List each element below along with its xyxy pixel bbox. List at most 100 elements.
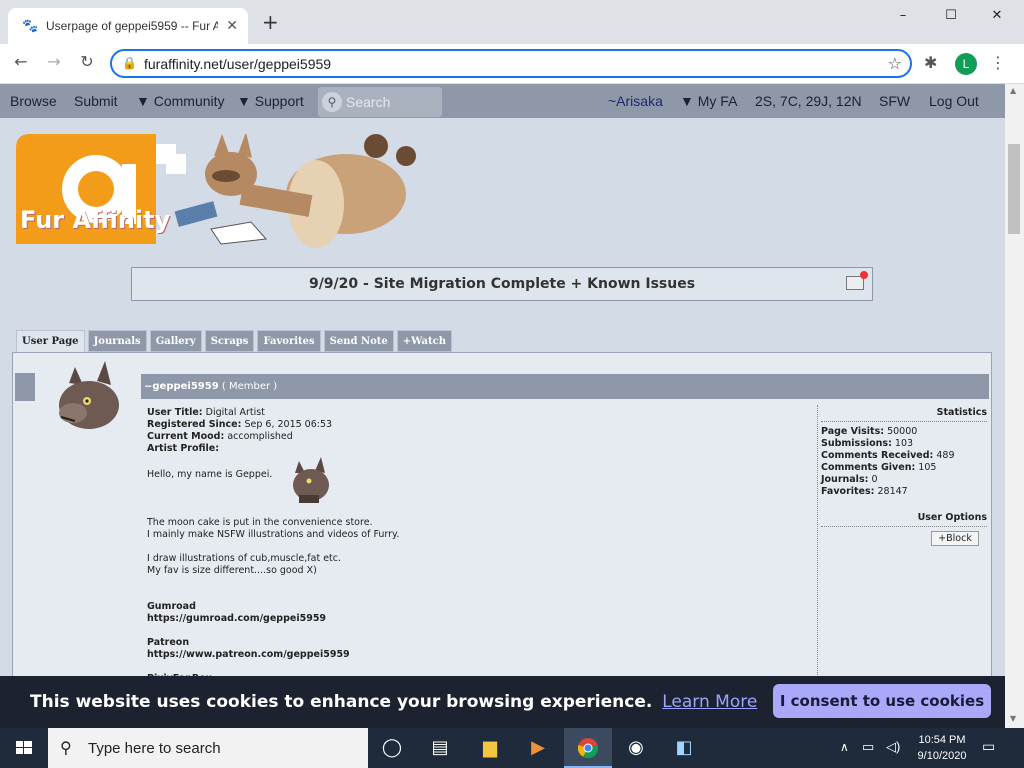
task-view-icon[interactable]: ◯ <box>368 728 416 768</box>
tab-watch[interactable]: +Watch <box>396 330 452 352</box>
nav-submit[interactable]: Submit <box>74 93 118 109</box>
patreon-link[interactable]: https://www.patreon.com/geppei5959 <box>147 649 817 661</box>
stat-row: Page Visits: 50000 <box>821 426 918 437</box>
timeline-icon[interactable]: ▤ <box>416 728 464 768</box>
scrollbar-thumb[interactable] <box>1008 144 1020 234</box>
url-text: furaffinity.net/user/geppei5959 <box>144 56 332 72</box>
artist-profile-label: Artist Profile: <box>147 443 220 454</box>
user-role: ( Member ) <box>221 381 278 392</box>
statistics-panel: Statistics Page Visits: 50000 Submission… <box>821 407 987 546</box>
paw-icon: 🐾 <box>22 18 39 33</box>
bio-line-4: My fav is size different....so good X) <box>147 565 317 576</box>
tab-user-page[interactable]: User Page <box>16 330 85 354</box>
taskbar-search-input[interactable]: Type here to search <box>88 740 221 757</box>
browser-tab-strip: 🐾 Userpage of geppei5959 -- Fur Affinity… <box>0 0 1024 44</box>
profile-avatar[interactable]: L <box>955 53 977 75</box>
tab-scraps[interactable]: Scraps <box>204 330 255 352</box>
reload-icon[interactable]: ↻ <box>76 52 98 71</box>
bio-hello: Hello, my name is Geppei. <box>147 469 273 480</box>
extensions-puzzle-icon[interactable]: ✱ <box>924 53 937 72</box>
tab-gallery[interactable]: Gallery <box>149 330 202 352</box>
scroll-up-icon[interactable]: ▲ <box>1010 86 1016 95</box>
scroll-down-icon[interactable]: ▼ <box>1010 714 1016 723</box>
nav-browse[interactable]: Browse <box>10 93 57 109</box>
mood-value: accomplished <box>227 431 293 442</box>
since-value: Sep 6, 2015 06:53 <box>244 419 333 430</box>
mood-label: Current Mood: <box>147 431 225 442</box>
profile-tabs: User Page Journals Gallery Scraps Favori… <box>16 330 452 354</box>
notifications-icon[interactable]: ▭ <box>982 738 995 755</box>
gumroad-label: Gumroad <box>147 601 196 612</box>
stat-row: Favorites: 28147 <box>821 486 908 497</box>
address-bar[interactable]: 🔒 furaffinity.net/user/geppei5959 ☆ <box>110 49 912 78</box>
bio-line-3: I draw illustrations of cub,muscle,fat e… <box>147 553 342 564</box>
bio-line-2: I mainly make NSFW illustrations and vid… <box>147 529 400 540</box>
volume-icon[interactable]: ◁) <box>886 739 900 755</box>
statistics-heading: Statistics <box>821 407 987 422</box>
learn-more-link[interactable]: Learn More <box>662 692 757 712</box>
maximize-button[interactable]: ☐ <box>928 8 974 30</box>
clock-date[interactable]: 9/10/2020 <box>912 750 972 762</box>
stat-row: Submissions: 103 <box>821 438 914 449</box>
announcement-text: 9/9/20 - Site Migration Complete + Known… <box>308 276 696 292</box>
search-input[interactable]: Search <box>346 94 390 110</box>
dismiss-notice-icon[interactable] <box>846 271 868 290</box>
browser-menu-icon[interactable]: ⋮ <box>990 53 1006 72</box>
nav-my-fa[interactable]: ▼ My FA <box>680 93 737 109</box>
app-icon[interactable]: ◧ <box>660 728 708 768</box>
nav-logout[interactable]: Log Out <box>929 93 979 109</box>
nav-community[interactable]: ▼ Community <box>136 93 225 109</box>
stat-row: Journals: 0 <box>821 474 878 485</box>
logo-text: Fur Affinity <box>20 206 171 234</box>
taskbar-search[interactable]: ⚲ Type here to search <box>48 728 368 768</box>
close-window-button[interactable]: ✕ <box>974 8 1020 30</box>
tab-journals[interactable]: Journals <box>87 330 147 352</box>
site-search[interactable]: ⚲ Search <box>318 87 442 117</box>
chrome-icon[interactable] <box>564 728 612 768</box>
lock-icon: 🔒 <box>122 56 137 70</box>
nav-support[interactable]: ▼ Support <box>237 93 304 109</box>
user-name[interactable]: ~geppei5959 <box>144 381 219 392</box>
tab-favorites[interactable]: Favorites <box>257 330 321 352</box>
since-label: Registered Since: <box>147 419 242 430</box>
clock-time[interactable]: 10:54 PM <box>914 734 970 746</box>
block-user-button[interactable]: +Block <box>931 531 979 546</box>
new-tab-button[interactable]: + <box>262 12 279 32</box>
browser-toolbar: ← → ↻ 🔒 furaffinity.net/user/geppei5959 … <box>0 44 1024 84</box>
start-button[interactable] <box>0 728 48 768</box>
title-label: User Title: <box>147 407 203 418</box>
title-value: Digital Artist <box>205 407 265 418</box>
windows-taskbar: ⚲ Type here to search ◯ ▤ ▆ ▶ ◉ ◧ ∧ ▭ ◁)… <box>0 728 1024 768</box>
bio-avatar-image <box>293 457 329 503</box>
steam-icon[interactable]: ◉ <box>612 728 660 768</box>
side-marker <box>15 373 35 401</box>
page-scrollbar[interactable]: ▲ ▼ <box>1005 84 1024 728</box>
browser-tab[interactable]: 🐾 Userpage of geppei5959 -- Fur Affinity… <box>8 8 248 44</box>
tray-chevron-icon[interactable]: ∧ <box>840 740 849 754</box>
user-avatar[interactable] <box>49 357 129 441</box>
announcement-banner[interactable]: 9/9/20 - Site Migration Complete + Known… <box>131 267 873 301</box>
forward-icon[interactable]: → <box>43 52 65 71</box>
bio-line-1: The moon cake is put in the convenience … <box>147 517 373 528</box>
user-avatar-image <box>59 361 119 429</box>
chrome-logo <box>577 738 599 759</box>
site-logo[interactable]: Fur Affinity <box>16 132 426 268</box>
search-icon: ⚲ <box>60 740 72 757</box>
user-options-heading: User Options <box>821 512 987 527</box>
user-profile-info: User Title: Digital Artist Registered Si… <box>147 407 817 685</box>
patreon-label: Patreon <box>147 637 190 648</box>
gumroad-link[interactable]: https://gumroad.com/geppei5959 <box>147 613 817 625</box>
tab-send-note[interactable]: Send Note <box>323 330 394 352</box>
bookmark-star-icon[interactable]: ☆ <box>888 54 902 73</box>
network-icon[interactable]: ▭ <box>862 739 874 755</box>
tab-close-icon[interactable]: ✕ <box>226 17 238 34</box>
minimize-button[interactable]: – <box>880 8 926 30</box>
user-profile-panel: ~geppei5959 ( Member ) User Title: Digit… <box>12 352 992 728</box>
nav-notifications[interactable]: 2S, 7C, 29J, 12N <box>755 93 862 109</box>
consent-cookies-button[interactable]: I consent to use cookies <box>773 684 991 718</box>
media-player-icon[interactable]: ▶ <box>514 728 562 768</box>
back-icon[interactable]: ← <box>10 52 32 71</box>
nav-rating[interactable]: SFW <box>879 93 910 109</box>
file-explorer-icon[interactable]: ▆ <box>466 728 514 768</box>
nav-username[interactable]: ~Arisaka <box>608 93 663 109</box>
